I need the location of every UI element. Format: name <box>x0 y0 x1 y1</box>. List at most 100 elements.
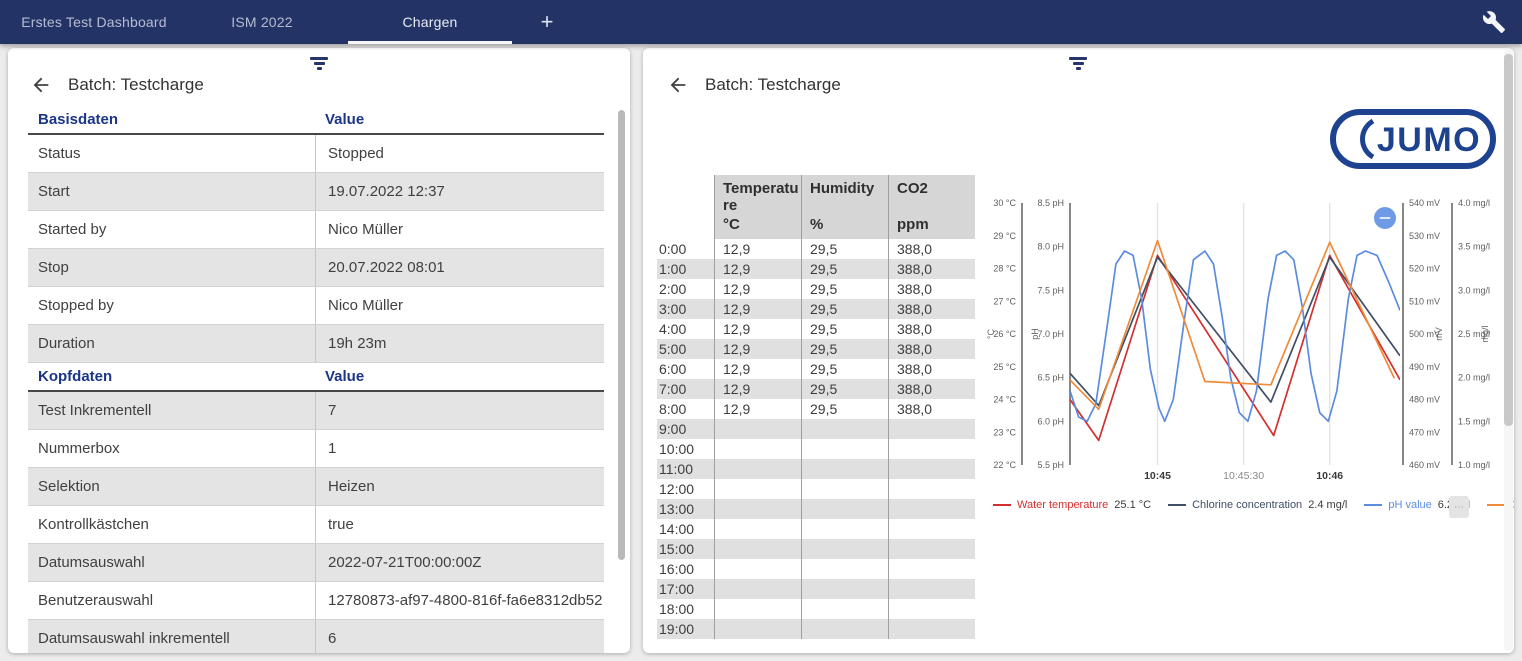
temp-axis-tick-label: 22 °C <box>993 460 1016 470</box>
value-cell: 388,0 <box>888 339 975 359</box>
settings-wrench-button[interactable] <box>1482 10 1506 34</box>
ph-axis-tick-label: 8.5 pH <box>1037 198 1064 208</box>
value-cell <box>714 599 801 619</box>
row-value: Nico Müller <box>315 287 604 324</box>
time-cell: 5:00 <box>657 339 714 359</box>
temp-axis-tick-label: 30 °C <box>993 198 1016 208</box>
tab-erstes-test-dashboard[interactable]: Erstes Test Dashboard <box>10 0 178 44</box>
back-button[interactable] <box>667 74 689 96</box>
panel-header: Batch: Testcharge <box>667 74 841 96</box>
row-label: Start <box>28 173 315 210</box>
temp-axis-tick-label: 25 °C <box>993 362 1016 372</box>
wrench-icon <box>1483 11 1505 33</box>
top-navigation-bar: Erstes Test DashboardISM 2022Chargen + <box>0 0 1522 44</box>
value-cell: 12,9 <box>714 399 801 419</box>
value-cell: 388,0 <box>888 319 975 339</box>
jumo-logo: JUMO <box>1329 108 1497 170</box>
value-cell: 12,9 <box>714 359 801 379</box>
add-tab-button[interactable]: + <box>514 0 580 44</box>
ph-axis-tick-label: 7.5 pH <box>1037 285 1064 295</box>
legend-item[interactable]: Chlorine concentration2.4 mg/l <box>1168 499 1347 511</box>
jumo-logo-text: JUMO <box>1377 121 1481 159</box>
row-value: Heizen <box>315 468 604 505</box>
section-header-label: Basisdaten <box>28 111 315 128</box>
value-cell <box>714 619 801 639</box>
dashboard-tabs: Erstes Test DashboardISM 2022Chargen <box>10 0 514 44</box>
legend-more-button[interactable]: ⋯ <box>1449 496 1469 518</box>
row-value: 19h 23m <box>315 325 604 362</box>
column-title: Humidity <box>810 180 886 197</box>
temp-axis-tick-label: 27 °C <box>993 296 1016 306</box>
column-unit: % <box>810 216 886 233</box>
row-value: 12780873-af97-4800-816f-fa6e8312db52 <box>315 582 604 619</box>
tab-ism-2022[interactable]: ISM 2022 <box>178 0 346 44</box>
tab-chargen[interactable]: Chargen <box>346 0 514 44</box>
table-row: 5:0012,929,5388,0 <box>657 339 975 359</box>
time-cell: 3:00 <box>657 299 714 319</box>
table-row: Start19.07.2022 12:37 <box>28 173 604 211</box>
table-row: 7:0012,929,5388,0 <box>657 379 975 399</box>
ph-axis-tick-label: 8.0 pH <box>1037 242 1064 252</box>
right-scrollbar-thumb[interactable] <box>1504 54 1513 426</box>
time-cell: 9:00 <box>657 419 714 439</box>
row-value: 2022-07-21T00:00:00Z <box>315 544 604 581</box>
table-row: Benutzerauswahl12780873-af97-4800-816f-f… <box>28 582 604 620</box>
table-row: 2:0012,929,5388,0 <box>657 279 975 299</box>
chart-legend: Water temperature25.1 °C Chlorine concent… <box>993 494 1514 516</box>
ph-axis-tick-label: 6.5 pH <box>1037 373 1064 383</box>
row-value: 20.07.2022 08:01 <box>315 249 604 286</box>
column-title: CO2 <box>897 180 973 197</box>
column-header: Humidity% <box>801 175 888 239</box>
table-row: Kontrollkästchentrue <box>28 506 604 544</box>
value-cell <box>801 599 888 619</box>
zoom-out-button[interactable] <box>1374 207 1396 229</box>
value-cell: 29,5 <box>801 239 888 259</box>
row-label: Selektion <box>28 468 315 505</box>
mv-axis-tick-label: 510 mV <box>1409 296 1440 306</box>
value-cell <box>714 459 801 479</box>
mgl-axis-tick-label: 3.5 mg/l <box>1458 242 1490 252</box>
table-row: Started byNico Müller <box>28 211 604 249</box>
value-cell <box>888 419 975 439</box>
hourly-data-table: Temperature°CHumidity%CO2ppm0:0012,929,5… <box>657 175 975 639</box>
value-cell <box>714 499 801 519</box>
table-row: 4:0012,929,5388,0 <box>657 319 975 339</box>
value-cell: 29,5 <box>801 279 888 299</box>
row-value: Nico Müller <box>315 211 604 248</box>
value-cell: 12,9 <box>714 339 801 359</box>
value-cell <box>801 439 888 459</box>
row-label: Datumsauswahl inkrementell <box>28 620 315 653</box>
time-column-header <box>657 175 714 239</box>
row-value: true <box>315 506 604 543</box>
table-row: 15:00 <box>657 539 975 559</box>
row-value: 6 <box>315 620 604 653</box>
time-cell: 13:00 <box>657 499 714 519</box>
row-label: Kontrollkästchen <box>28 506 315 543</box>
value-cell <box>801 519 888 539</box>
legend-item[interactable]: Water temperature25.1 °C <box>993 499 1151 511</box>
value-cell: 12,9 <box>714 279 801 299</box>
ph-axis-title: pH <box>1030 328 1040 340</box>
temp-axis-tick-label: 28 °C <box>993 264 1016 274</box>
temp-axis-tick-label: 29 °C <box>993 231 1016 241</box>
table-row: 12:00 <box>657 479 975 499</box>
filter-button[interactable] <box>1068 57 1088 72</box>
mgl-axis-title: mg/l <box>1480 325 1490 342</box>
mv-axis-tick-label: 460 mV <box>1409 460 1440 470</box>
back-button[interactable] <box>30 74 52 96</box>
filter-button[interactable] <box>309 57 329 72</box>
section-header-value-label: Value <box>315 111 604 128</box>
value-cell: 29,5 <box>801 339 888 359</box>
row-value: 19.07.2022 12:37 <box>315 173 604 210</box>
value-cell <box>888 459 975 479</box>
value-cell: 388,0 <box>888 359 975 379</box>
filter-icon <box>310 57 328 60</box>
mv-axis-title: mV <box>1434 327 1444 341</box>
value-cell: 388,0 <box>888 399 975 419</box>
value-cell: 29,5 <box>801 359 888 379</box>
left-scrollbar-thumb[interactable] <box>618 110 625 560</box>
table-row: 18:00 <box>657 599 975 619</box>
temp-axis-tick-label: 23 °C <box>993 427 1016 437</box>
mgl-axis-tick-label: 4.0 mg/l <box>1458 198 1490 208</box>
hourly-table-header: Temperature°CHumidity%CO2ppm <box>657 175 975 239</box>
